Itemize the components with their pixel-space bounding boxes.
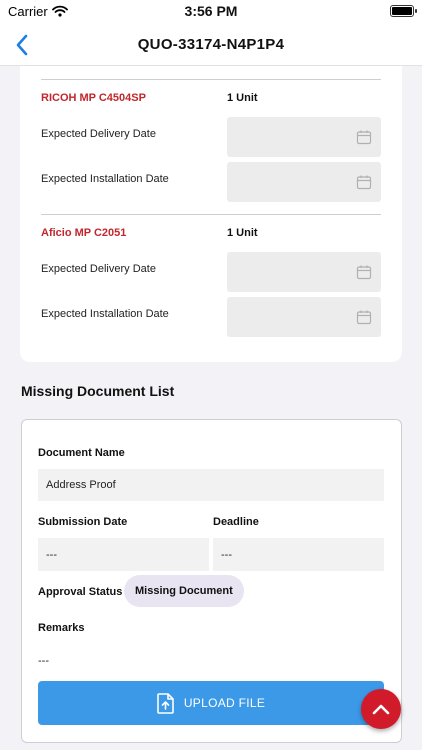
installation-date-label: Expected Installation Date <box>41 173 169 185</box>
upload-file-button[interactable]: UPLOAD FILE <box>38 681 384 725</box>
submission-date-label: Submission Date <box>38 516 128 528</box>
product-name: Aficio MP C2051 <box>41 227 127 239</box>
deadline-field: --- <box>213 538 384 571</box>
approval-status-label: Approval Status <box>38 586 123 598</box>
remarks-label: Remarks <box>38 622 85 634</box>
document-name-field: Address Proof <box>38 469 384 501</box>
divider <box>41 79 381 80</box>
product-name: RICOH MP C4504SP <box>41 92 146 104</box>
installation-date-label: Expected Installation Date <box>41 308 169 320</box>
installation-date-input[interactable] <box>227 297 381 337</box>
page-title: QUO-33174-N4P1P4 <box>137 36 285 53</box>
product-qty: 1 Unit <box>227 92 258 104</box>
scroll-to-top-button[interactable] <box>361 689 401 729</box>
document-name-value: Address Proof <box>46 479 116 491</box>
calendar-icon <box>356 265 372 280</box>
remarks-value: --- <box>38 655 49 667</box>
calendar-icon <box>356 310 372 325</box>
status-badge-label: Missing Document <box>135 585 233 597</box>
status-bar: Carrier 3:56 PM <box>0 0 422 24</box>
chevron-up-icon <box>372 704 390 715</box>
section-title: Missing Document List <box>21 383 175 399</box>
divider <box>41 214 381 215</box>
calendar-icon <box>356 175 372 190</box>
delivery-date-label: Expected Delivery Date <box>41 128 156 140</box>
deadline-label: Deadline <box>213 516 259 528</box>
delivery-date-label: Expected Delivery Date <box>41 263 156 275</box>
file-upload-icon <box>157 692 174 714</box>
delivery-date-input[interactable] <box>227 252 381 292</box>
calendar-icon <box>356 130 372 145</box>
status-badge: Missing Document <box>124 575 244 607</box>
submission-date-value: --- <box>46 548 57 561</box>
submission-date-field: --- <box>38 538 209 571</box>
clock: 3:56 PM <box>184 3 238 19</box>
installation-date-input[interactable] <box>227 162 381 202</box>
battery-icon <box>390 5 417 17</box>
deadline-value: --- <box>221 548 232 561</box>
delivery-date-input[interactable] <box>227 117 381 157</box>
product-qty: 1 Unit <box>227 227 258 239</box>
document-name-label: Document Name <box>38 447 125 459</box>
nav-bar: QUO-33174-N4P1P4 <box>0 24 422 66</box>
upload-file-label: UPLOAD FILE <box>183 696 266 710</box>
